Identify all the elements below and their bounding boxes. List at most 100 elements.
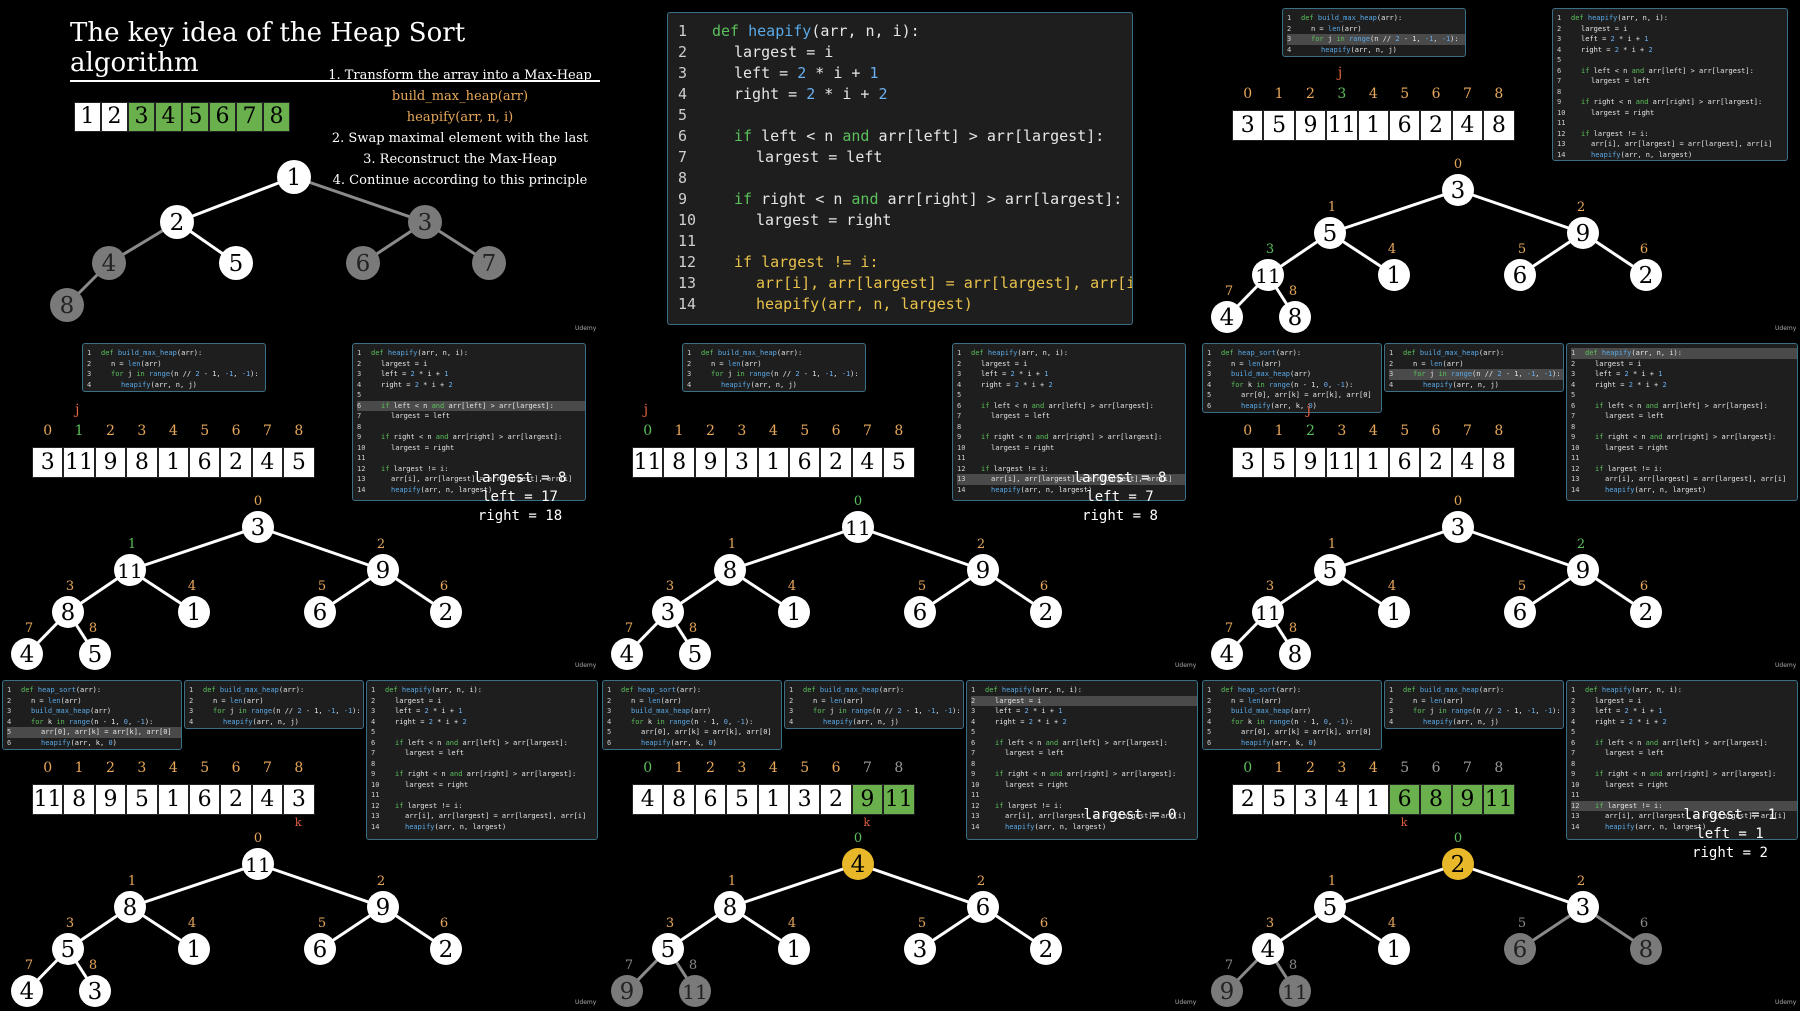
brand-label: Udemy	[1775, 662, 1797, 669]
step-panel: 1 def build_max_heap(arr): 2 n = len(arr) 3 f…	[1200, 0, 1800, 335]
code-line: 1 def heapify(arr, n, i):	[678, 21, 1132, 42]
step-panel: 1 def heap_sort(arr): 2 n = len(arr) 3 build_…	[1200, 337, 1800, 672]
status-text: largest = 8 left = 7 right = 8	[1060, 469, 1180, 526]
status-text: largest = 8 left = 17 right = 18	[460, 469, 580, 526]
tree-node: 92	[1567, 537, 1599, 586]
tree-node: 97	[611, 958, 643, 1007]
tree-node: 35	[904, 916, 936, 965]
tree-node: 47	[11, 958, 43, 1007]
svg-text:1: 1	[787, 600, 802, 626]
tree-index: 3	[1266, 579, 1274, 594]
tree-index: 1	[128, 874, 136, 889]
svg-text:6: 6	[1513, 600, 1528, 626]
tree-node: 7	[472, 246, 506, 280]
svg-text:4: 4	[1220, 642, 1235, 668]
tree-index: 1	[1328, 200, 1336, 215]
tree-index: 4	[1388, 242, 1396, 257]
tree-node: 33	[652, 579, 684, 628]
tree-index: 0	[254, 494, 262, 509]
tree-node: 6	[346, 246, 380, 280]
code-line: 9 if right < n and arr[right] > arr[large…	[678, 189, 1132, 210]
svg-text:9: 9	[620, 979, 635, 1005]
brand-label: Udemy	[1175, 662, 1197, 669]
tree-node: 110	[842, 494, 874, 543]
tree-index: 7	[1225, 284, 1233, 299]
tree-index: 0	[254, 831, 262, 846]
tree-index: 4	[1388, 916, 1396, 931]
tree-node: 51	[1314, 537, 1346, 586]
svg-text:6: 6	[1513, 263, 1528, 289]
code-text: if left < n and arr[left] > arr[largest]…	[734, 127, 1105, 145]
tree-index: 4	[1388, 579, 1396, 594]
line-number: 12	[678, 253, 697, 271]
tree-node: 97	[1211, 958, 1243, 1007]
tree-node: 26	[1630, 579, 1662, 628]
tree-index: 7	[1225, 621, 1233, 636]
tree-index: 4	[188, 579, 196, 594]
tree-index: 8	[89, 958, 97, 973]
step-panel: 1 def heap_sort(arr): 2 n = len(arr) 3 build_…	[0, 674, 600, 1009]
brand-label: Udemy	[575, 325, 597, 332]
tree-node: 38	[79, 958, 111, 1007]
svg-text:8: 8	[1288, 642, 1303, 668]
svg-text:9: 9	[1576, 221, 1591, 247]
step-panel: 1 def heap_sort(arr): 2 n = len(arr) 3 build_…	[600, 674, 1200, 1009]
tree-node: 88	[1279, 621, 1311, 670]
code-text: left = 2 * i + 1	[734, 64, 879, 82]
tree-node: 14	[778, 916, 810, 965]
code-line: 14 heapify(arr, n, largest)	[678, 294, 1132, 315]
tree-edge	[857, 525, 984, 572]
code-line: 5	[678, 105, 1132, 126]
line-number: 7	[678, 148, 688, 166]
svg-text:4: 4	[20, 642, 35, 668]
svg-text:2: 2	[1451, 852, 1466, 878]
tree-index: 4	[788, 579, 796, 594]
tree-index: 2	[1577, 874, 1585, 889]
status-line: right = 8	[1082, 508, 1158, 524]
step-panel: 1 def heap_sort(arr): 2 n = len(arr) 3 build_…	[1200, 674, 1800, 1009]
svg-text:9: 9	[376, 558, 391, 584]
svg-text:2: 2	[1639, 600, 1654, 626]
svg-text:11: 11	[1282, 980, 1307, 1004]
svg-text:5: 5	[661, 937, 676, 963]
tree-index: 1	[1328, 874, 1336, 889]
tree-node: 26	[1630, 242, 1662, 291]
svg-text:8: 8	[1639, 937, 1654, 963]
svg-text:4: 4	[620, 642, 635, 668]
svg-text:9: 9	[1576, 558, 1591, 584]
tree-node: 30	[1442, 157, 1474, 206]
tree-index: 2	[1577, 537, 1585, 552]
brand-label: Udemy	[575, 662, 597, 669]
line-number: 5	[678, 106, 688, 124]
tree-node: 14	[1378, 916, 1410, 965]
brand-label: Udemy	[1775, 325, 1797, 332]
code-line: 12 if largest != i:	[678, 252, 1132, 273]
tree-index: 0	[1454, 157, 1462, 172]
tree-index: 8	[1289, 958, 1297, 973]
tree-index: 8	[689, 958, 697, 973]
svg-text:1: 1	[1387, 600, 1402, 626]
svg-text:2: 2	[170, 210, 185, 236]
svg-text:6: 6	[356, 251, 371, 277]
tree-index: 6	[1640, 916, 1648, 931]
svg-text:1: 1	[1387, 937, 1402, 963]
code-line: 8	[678, 168, 1132, 189]
svg-text:4: 4	[20, 979, 35, 1005]
brand-label: Udemy	[1175, 999, 1197, 1006]
tree-node: 53	[52, 916, 84, 965]
svg-text:11: 11	[1255, 264, 1280, 288]
tree-index: 6	[1040, 916, 1048, 931]
svg-text:2: 2	[439, 937, 454, 963]
svg-text:9: 9	[376, 895, 391, 921]
svg-text:11: 11	[682, 980, 707, 1004]
tree-node: 47	[611, 621, 643, 670]
tree-node: 53	[652, 916, 684, 965]
svg-text:6: 6	[313, 600, 328, 626]
tree-node: 92	[967, 537, 999, 586]
svg-text:6: 6	[1513, 937, 1528, 963]
tree-edge	[129, 525, 259, 572]
status-line: largest = 8	[1073, 470, 1167, 486]
tree-index: 4	[188, 916, 196, 931]
svg-text:5: 5	[61, 937, 76, 963]
svg-text:9: 9	[1220, 979, 1235, 1005]
